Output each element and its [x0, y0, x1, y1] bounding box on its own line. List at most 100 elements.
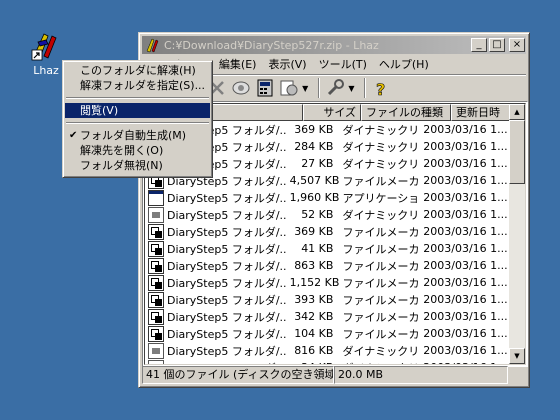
title-bar[interactable]: C:¥Download¥DiaryStep527r.zip - Lhaz _ □…: [142, 36, 526, 54]
file-name-cell: DiaryStep5 フォルダ/...: [145, 325, 287, 342]
file-type: ファイルメーカー Pr...: [342, 259, 420, 273]
maker-icon: [148, 274, 164, 291]
file-date: 2003/03/16 1...: [420, 361, 510, 364]
file-type: ファイルメーカー Pr...: [342, 310, 420, 324]
calculator-icon[interactable]: [254, 77, 276, 99]
file-type: ファイルメーカー Pr...: [342, 276, 420, 290]
file-name: DiaryStep5 フォルダ/...: [167, 225, 287, 239]
properties-dropdown-icon[interactable]: ▼: [302, 84, 308, 93]
file-size: 816 KB: [294, 344, 334, 357]
toolbar-separator-2: [364, 78, 367, 98]
file-type: ファイルメーカー Pr...: [342, 327, 420, 341]
file-name-cell: DiaryStep5 フォルダ/...: [145, 189, 287, 206]
file-row[interactable]: DiaryStep5 フォルダ/... 104 KB ファイルメーカー Pr...2…: [145, 325, 510, 342]
file-type: ダイナミックリン...: [339, 360, 420, 365]
file-name: DiaryStep5 フォルダ/...: [167, 327, 287, 341]
context-menu-item[interactable]: 解凍先を開く(O): [65, 143, 210, 158]
file-row[interactable]: DiaryStep5 フォルダ/...1,152 KBファイルメーカー Pr..…: [145, 274, 510, 291]
menu-item[interactable]: 編集(E): [213, 56, 263, 72]
maximize-button[interactable]: □: [489, 38, 505, 52]
context-menu-label: フォルダ自動生成(M): [80, 129, 187, 142]
file-size: 24 KB: [287, 361, 340, 364]
vertical-scrollbar[interactable]: ▲ ▼: [509, 104, 525, 364]
file-date: 2003/03/16 1...: [423, 344, 508, 357]
settings-tool-icon[interactable]: [324, 77, 346, 99]
menu-separator: [66, 97, 209, 99]
file-date: 2003/03/16 1...: [423, 191, 508, 204]
context-menu-item[interactable]: このフォルダに解凍(H): [65, 63, 210, 78]
file-row[interactable]: DiaryStep5 フォルダ/... 369 KB ファイルメーカー Pr...2…: [145, 223, 510, 240]
file-name: DiaryStep5 フォルダ/...: [167, 259, 287, 273]
file-name-cell: DiaryStep5 フォルダ/...: [145, 223, 287, 240]
file-date: 2003/03/16 1...: [423, 157, 508, 170]
file-name: DiaryStep5 フォルダ/...: [167, 191, 287, 205]
file-size: 1,960 KB: [289, 191, 340, 204]
file-type: ダイナミックリン...: [342, 344, 420, 358]
context-menu-label: フォルダ無視(N): [80, 159, 163, 172]
menu-separator: [66, 122, 209, 124]
file-name-cell: DiaryStep5 フォルダ/...: [145, 342, 287, 359]
column-header-size[interactable]: サイズ: [303, 104, 361, 121]
file-name-cell: DiaryStep5 フォルダ/...: [145, 308, 287, 325]
context-menu-item[interactable]: 閲覧(V): [65, 103, 210, 118]
file-size: 863 KB: [294, 259, 334, 272]
file-date: 2003/03/16 1...: [423, 140, 508, 153]
file-name: DiaryStep5 フォルダ/...: [167, 208, 287, 222]
menu-item[interactable]: 表示(V): [262, 56, 312, 72]
minimize-button[interactable]: _: [471, 38, 487, 52]
context-menu-item[interactable]: フォルダ無視(N): [65, 158, 210, 173]
view-icon[interactable]: [230, 77, 252, 99]
file-name-cell: DiaryStep5 フォルダ/...: [145, 274, 287, 291]
maker-icon: [148, 291, 164, 308]
file-type: ファイルメーカー Pr...: [342, 174, 420, 188]
file-date: 2003/03/16 1...: [423, 225, 508, 238]
file-date: 2003/03/16 1...: [423, 327, 508, 340]
file-row[interactable]: DiaryStep5 フォルダ/...1,960 KBアプリケーション2003/…: [145, 189, 510, 206]
file-row[interactable]: DiaryStep5 フォルダ/... 863 KB ファイルメーカー Pr...2…: [145, 257, 510, 274]
settings-dropdown-icon[interactable]: ▼: [348, 84, 354, 93]
file-type: ファイルメーカー Pr...: [342, 293, 420, 307]
file-row[interactable]: DiaryStep5 フォルダ/... 52 KB ダイナミックリン...2003/…: [145, 206, 510, 223]
file-type: ダイナミックリン...: [342, 140, 420, 154]
file-name: DiaryStep5 フォルダ/...: [167, 360, 287, 365]
maker-icon: [148, 325, 164, 342]
close-button[interactable]: ×: [509, 38, 525, 52]
file-date: 2003/03/16 1...: [423, 293, 508, 306]
menu-item[interactable]: ヘルプ(H): [373, 56, 435, 72]
window-app-icon[interactable]: [145, 37, 161, 53]
file-date: 2003/03/16 1...: [423, 259, 508, 272]
help-icon[interactable]: ?: [370, 77, 392, 100]
file-type: ファイルメーカー Pr...: [342, 242, 420, 256]
file-name-cell: DiaryStep5 フォルダ/...: [145, 359, 287, 365]
context-menu-item[interactable]: 解凍フォルダを指定(S)...: [65, 78, 210, 93]
context-menu-label: 解凍先を開く(O): [80, 144, 164, 157]
file-name: DiaryStep5 フォルダ/...: [167, 276, 287, 290]
scroll-down-icon[interactable]: ▼: [509, 348, 525, 364]
file-size: 284 KB: [294, 140, 334, 153]
file-size: 342 KB: [294, 310, 334, 323]
column-header-type[interactable]: ファイルの種類: [361, 104, 451, 121]
file-size: 27 KB: [301, 157, 334, 170]
file-row[interactable]: DiaryStep5 フォルダ/...24 KBダイナミックリン...2003/…: [145, 359, 510, 365]
scroll-thumb[interactable]: [509, 120, 525, 184]
resize-grip-icon[interactable]: [508, 366, 520, 384]
properties-icon[interactable]: [278, 77, 300, 99]
file-name-cell: DiaryStep5 フォルダ/...: [145, 206, 287, 223]
context-menu-item[interactable]: ✔ フォルダ自動生成(M): [65, 128, 210, 143]
file-size: 369 KB: [294, 225, 334, 238]
menu-item[interactable]: ツール(T): [313, 56, 373, 72]
file-type: ファイルメーカー Pr...: [342, 225, 420, 239]
file-name-cell: DiaryStep5 フォルダ/...: [145, 257, 287, 274]
checkmark-icon: ✔: [69, 130, 78, 141]
file-name: DiaryStep5 フォルダ/...: [167, 344, 287, 358]
file-size: 393 KB: [294, 293, 334, 306]
file-row[interactable]: DiaryStep5 フォルダ/... 393 KB ファイルメーカー Pr...2…: [145, 291, 510, 308]
app-icon: [148, 189, 164, 206]
file-row[interactable]: DiaryStep5 フォルダ/... 816 KB ダイナミックリン...2003…: [145, 342, 510, 359]
status-bar: 41 個のファイル (ディスクの空き領域 : 2. 20.0 MB: [142, 366, 526, 384]
doc-icon: [148, 342, 164, 359]
scroll-up-icon[interactable]: ▲: [509, 104, 525, 120]
file-date: 2003/03/16 1...: [423, 242, 508, 255]
file-row[interactable]: DiaryStep5 フォルダ/... 41 KB ファイルメーカー Pr...20…: [145, 240, 510, 257]
file-row[interactable]: DiaryStep5 フォルダ/... 342 KB ファイルメーカー Pr...2…: [145, 308, 510, 325]
